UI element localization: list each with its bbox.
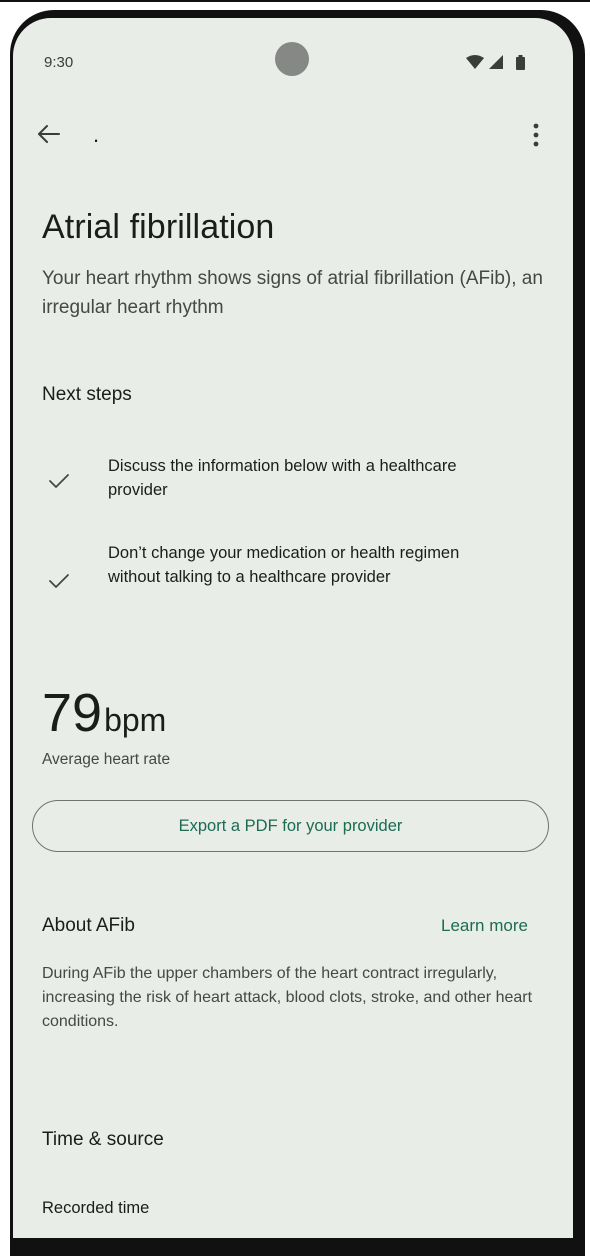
next-step-1-text: Discuss the information below with a hea… <box>108 457 457 499</box>
check-icon <box>48 473 70 489</box>
heart-rate-display: 79 bpm <box>42 683 166 743</box>
about-afib-heading: About AFib <box>42 915 135 936</box>
learn-more-link[interactable]: Learn more <box>441 916 528 936</box>
more-vert-icon <box>533 123 539 147</box>
check-icon <box>48 573 70 589</box>
heart-rate-caption: Average heart rate <box>42 751 171 768</box>
page-subtitle: Your heart rhythm shows signs of atrial … <box>42 268 543 318</box>
back-button[interactable] <box>35 120 63 148</box>
camera-cutout <box>275 42 309 76</box>
more-options-button[interactable] <box>529 122 543 148</box>
cellular-signal-icon <box>489 55 503 69</box>
export-pdf-button[interactable]: Export a PDF for your provider <box>32 800 549 852</box>
next-steps-heading: Next steps <box>42 384 132 405</box>
top-rule <box>0 0 590 2</box>
page-title: Atrial fibrillation <box>42 208 275 246</box>
arrow-back-icon <box>38 125 60 143</box>
status-time: 9:30 <box>44 54 74 71</box>
appbar-title: . <box>93 122 100 147</box>
phone-screen: 9:30 . Atrial fibrillation Your heart rh… <box>13 18 573 1238</box>
next-step-2-text: Don’t change your medication or health r… <box>108 544 460 586</box>
recorded-time-label: Recorded time <box>42 1199 150 1217</box>
status-icons <box>465 54 543 70</box>
time-source-heading: Time & source <box>42 1129 164 1150</box>
heart-rate-value: 79 <box>42 683 103 743</box>
wifi-icon <box>466 55 484 69</box>
about-afib-text: During AFib the upper chambers of the he… <box>42 965 533 1030</box>
heart-rate-unit: bpm <box>104 702 167 738</box>
battery-icon <box>516 55 525 70</box>
